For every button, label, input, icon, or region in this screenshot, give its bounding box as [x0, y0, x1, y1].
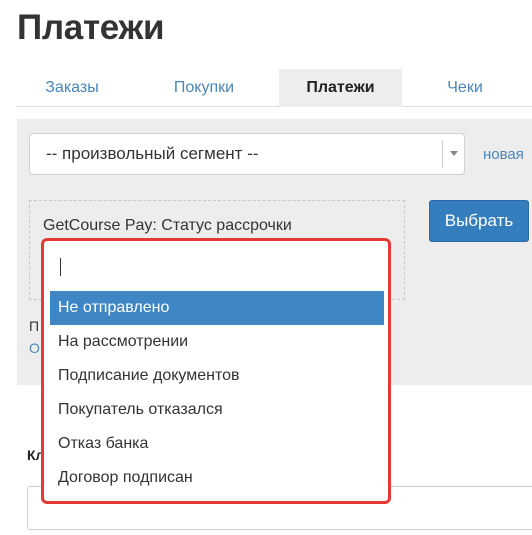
- segment-select[interactable]: -- произвольный сегмент --: [29, 133, 465, 175]
- status-option[interactable]: Договор подписан: [50, 461, 384, 495]
- chevron-down-icon[interactable]: [442, 140, 464, 168]
- tab-payments[interactable]: Платежи: [279, 69, 402, 107]
- status-option[interactable]: Отказ банка: [50, 427, 384, 461]
- segment-select-value: -- произвольный сегмент --: [46, 144, 259, 163]
- condition-label: GetCourse Pay: Статус рассрочки: [43, 217, 292, 234]
- status-option[interactable]: На рассмотрении: [50, 325, 384, 359]
- tab-purchases[interactable]: Покупки: [148, 69, 260, 107]
- partial-text: П: [29, 318, 40, 334]
- new-segment-link[interactable]: новая: [483, 146, 524, 163]
- dropdown-search-input[interactable]: [50, 249, 383, 283]
- select-button[interactable]: Выбрать: [429, 200, 529, 242]
- tabs-bar: Заказы Покупки Платежи Чеки: [17, 69, 532, 107]
- partial-link[interactable]: О: [29, 340, 40, 356]
- text-caret: [60, 258, 61, 276]
- status-options-list: Не отправлено На рассмотрении Подписание…: [50, 291, 384, 495]
- page-title: Платежи: [17, 8, 165, 47]
- tab-checks[interactable]: Чеки: [417, 69, 513, 107]
- status-option[interactable]: Подписание документов: [50, 359, 384, 393]
- status-option[interactable]: Покупатель отказался: [50, 393, 384, 427]
- tab-orders[interactable]: Заказы: [17, 69, 127, 107]
- status-option[interactable]: Не отправлено: [50, 291, 384, 325]
